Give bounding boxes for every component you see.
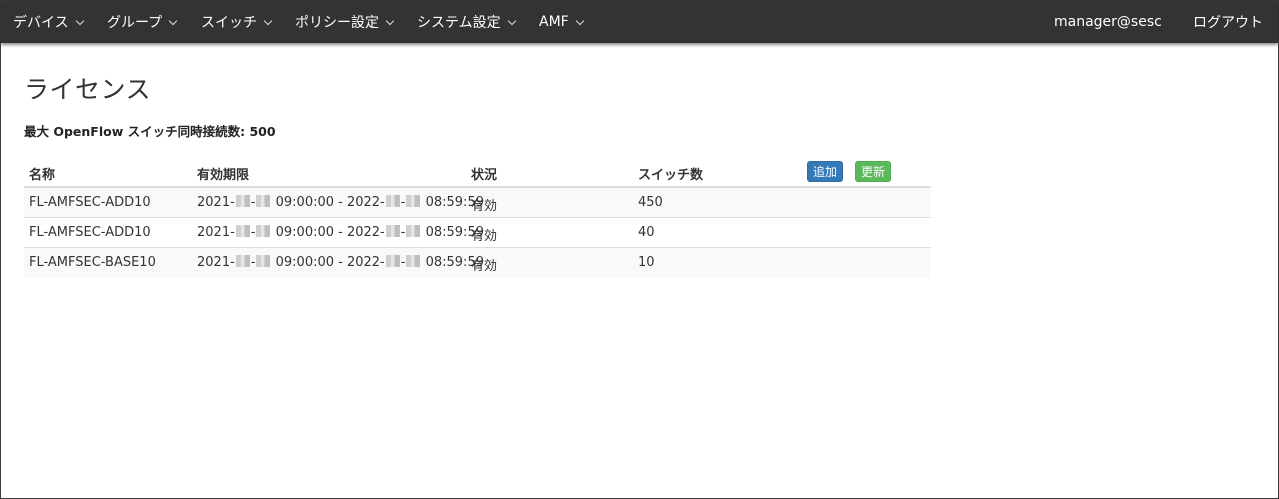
nav-devices-label: デバイス (13, 15, 69, 31)
period-start-year: 2021- (197, 225, 235, 240)
redacted-mask (256, 225, 271, 237)
redacted-mask (406, 255, 421, 267)
nav-policy-settings-label: ポリシー設定 (295, 15, 379, 31)
nav-amf-label: AMF (539, 14, 569, 30)
license-period: 2021- - 09:00:00 - 2022- - 08:59:59 (197, 255, 484, 270)
header-status: 状況 (471, 168, 498, 183)
redacted-mask (385, 195, 400, 207)
redacted-mask (235, 195, 250, 207)
header-name: 名称 (29, 168, 56, 183)
redacted-mask (385, 255, 400, 267)
nav-groups-label: グループ (107, 15, 163, 31)
nav-amf[interactable]: AMF (539, 1, 584, 43)
nav-switches-label: スイッチ (201, 15, 257, 31)
license-status: 有効 (471, 229, 498, 244)
license-period: 2021- - 09:00:00 - 2022- - 08:59:59 (197, 225, 484, 240)
user-menu[interactable]: manager@sesc (1054, 1, 1162, 43)
chevron-down-icon (507, 16, 516, 25)
top-navbar: デバイス グループ スイッチ ポリシー設定 システム設定 AMF manager… (1, 1, 1278, 43)
add-button[interactable]: 追加 (807, 161, 844, 182)
chevron-down-icon (263, 16, 273, 25)
chevron-down-icon (575, 16, 584, 25)
chevron-down-icon (168, 16, 178, 25)
nav-devices[interactable]: デバイス (13, 1, 84, 43)
period-middle: 09:00:00 - 2022- (275, 225, 385, 240)
license-name: FL-AMFSEC-ADD10 (29, 195, 151, 210)
license-table: 名称 有効期限 状況 スイッチ数 追加 更新 FL-AMFSEC-ADD10 2… (24, 158, 931, 278)
logout-label: ログアウト (1193, 15, 1263, 31)
table-row: FL-AMFSEC-BASE10 2021- - 09:00:00 - 2022-… (24, 248, 931, 278)
redacted-mask (235, 255, 250, 267)
update-button[interactable]: 更新 (855, 161, 892, 182)
redacted-mask (256, 195, 271, 207)
redacted-mask (256, 255, 271, 267)
table-row: FL-AMFSEC-ADD10 2021- - 09:00:00 - 2022- -… (24, 218, 931, 248)
redacted-mask (385, 225, 400, 237)
nav-policy-settings[interactable]: ポリシー設定 (295, 1, 395, 43)
chevron-down-icon (75, 16, 84, 25)
redacted-mask (406, 225, 421, 237)
nav-groups[interactable]: グループ (107, 1, 178, 43)
table-row: FL-AMFSEC-ADD10 2021- - 09:00:00 - 2022- -… (24, 188, 931, 218)
period-middle: 09:00:00 - 2022- (275, 195, 385, 210)
header-period: 有効期限 (197, 168, 250, 183)
page-title: ライセンス (24, 75, 152, 104)
logout-link[interactable]: ログアウト (1193, 1, 1263, 43)
license-name: FL-AMFSEC-ADD10 (29, 225, 151, 240)
redacted-mask (406, 195, 421, 207)
license-name: FL-AMFSEC-BASE10 (29, 255, 156, 270)
license-status: 有効 (471, 199, 498, 214)
header-switches: スイッチ数 (638, 168, 704, 183)
license-status: 有効 (471, 259, 498, 274)
license-switch-count: 450 (638, 195, 663, 210)
nav-system-settings-label: システム設定 (417, 15, 501, 31)
license-period: 2021- - 09:00:00 - 2022- - 08:59:59 (197, 195, 484, 210)
nav-system-settings[interactable]: システム設定 (417, 1, 516, 43)
period-start-year: 2021- (197, 255, 235, 270)
period-start-year: 2021- (197, 195, 235, 210)
license-switch-count: 10 (638, 255, 655, 270)
nav-switches[interactable]: スイッチ (201, 1, 273, 43)
max-connections-text: 最大 OpenFlow スイッチ同時接続数: 500 (24, 124, 276, 139)
license-switch-count: 40 (638, 225, 655, 240)
table-header-row: 名称 有効期限 状況 スイッチ数 追加 更新 (24, 158, 931, 188)
period-middle: 09:00:00 - 2022- (275, 255, 385, 270)
chevron-down-icon (385, 16, 395, 25)
redacted-mask (235, 225, 250, 237)
user-name: manager@sesc (1054, 14, 1162, 30)
